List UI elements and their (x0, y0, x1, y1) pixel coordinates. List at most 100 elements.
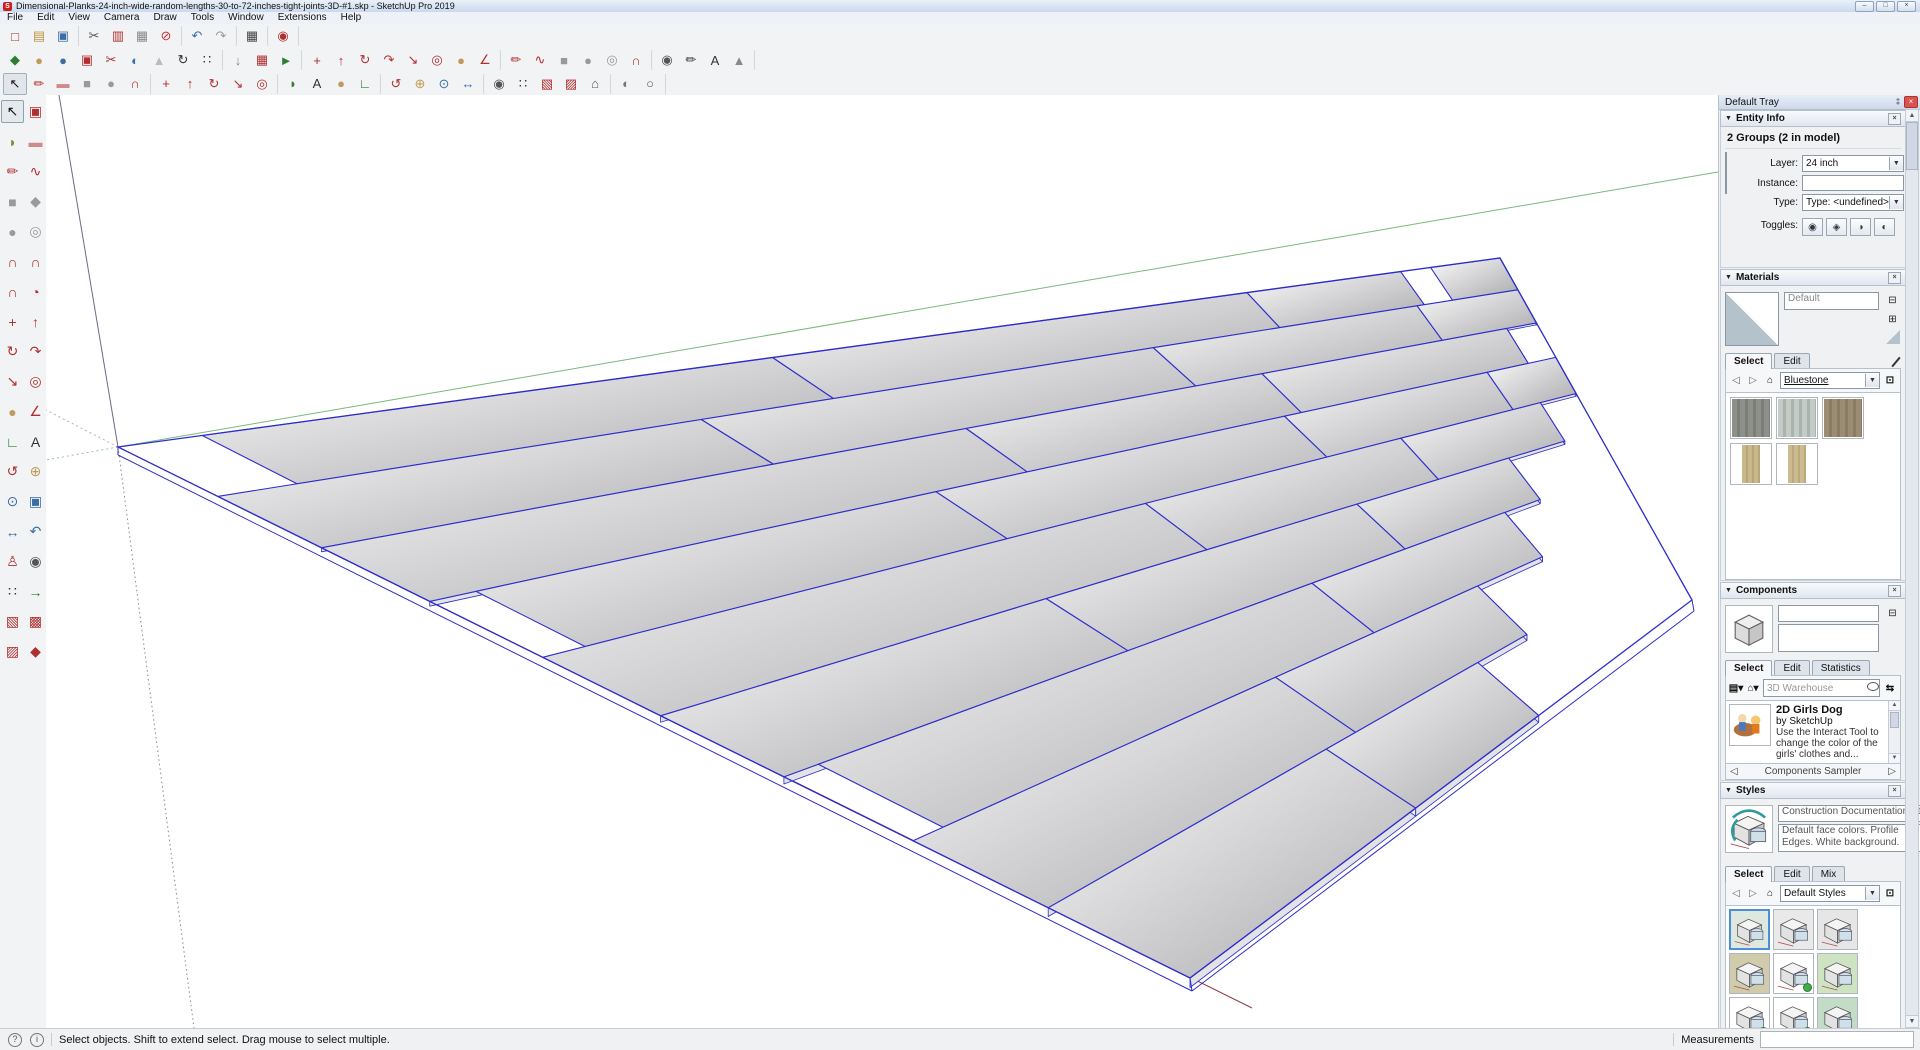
components-close-button[interactable]: × (1888, 585, 1901, 597)
components-header[interactable]: ▼ Components × (1720, 582, 1906, 599)
arc-tool-button[interactable]: ∩ (1, 250, 24, 273)
material-swap-button[interactable]: ▣ (75, 49, 99, 71)
toggle-locked-button[interactable]: ◈ (1826, 218, 1847, 236)
rotated-rectangle-tool-button[interactable]: ◆ (24, 190, 47, 213)
scrollbar-thumb[interactable] (1890, 712, 1899, 728)
look-around-tool-button[interactable]: ◉ (24, 550, 47, 573)
warehouse-search-input[interactable]: 3D Warehouse (1763, 679, 1880, 697)
offset-alt-button[interactable]: ◎ (250, 73, 274, 95)
model-info-button[interactable]: ◉ (271, 25, 295, 47)
type-dropdown[interactable]: Type: <undefined> ▼ (1802, 194, 1904, 211)
prev-page-icon[interactable]: ◁ (1730, 766, 1738, 777)
push-pull-alt-button[interactable]: ↑ (178, 73, 202, 95)
circle-button[interactable]: ● (576, 49, 600, 71)
line-tool-button[interactable]: ✏ (1, 160, 24, 183)
cut-button[interactable]: ✂ (82, 25, 106, 47)
shadows-toggle-button[interactable]: ◐ (614, 73, 638, 95)
follow-me-tool-button[interactable]: ↷ (24, 340, 47, 363)
send-to-layout-button[interactable]: ► (274, 49, 298, 71)
make-component-button[interactable]: ◆ (3, 49, 27, 71)
eraser-button[interactable]: ▬ (24, 130, 47, 153)
style-thumbnail-2[interactable] (1773, 909, 1814, 950)
entity-info-close-button[interactable]: × (1888, 113, 1901, 125)
sandbox-from-contours-button[interactable]: ● (27, 49, 51, 71)
tab-statistics[interactable]: Statistics (1812, 660, 1870, 675)
chevron-down-icon[interactable]: ▼ (1889, 157, 1903, 170)
styles-circle-button[interactable]: ○ (638, 73, 662, 95)
rotate-tool-button[interactable]: ↻ (1, 340, 24, 363)
orbit-sphere-button[interactable]: ◐ (123, 49, 147, 71)
forward-arrow-icon[interactable]: ▷ (1746, 374, 1760, 388)
freehand-tool-button[interactable]: ∿ (24, 160, 47, 183)
line-button[interactable]: ✏ (504, 49, 528, 71)
section-plane-button[interactable]: ▧ (535, 73, 559, 95)
tape-measure-button[interactable]: ● (449, 49, 473, 71)
menu-edit[interactable]: Edit (30, 12, 61, 24)
previous-view-tool-button[interactable]: ↶ (24, 520, 47, 543)
style-thumbnail-1[interactable] (1729, 909, 1770, 950)
tab-edit[interactable]: Edit (1774, 660, 1809, 675)
restore-button[interactable]: □ (1876, 1, 1895, 12)
component-list-item[interactable]: 2D Girls Dogby SketchUpUse the Interact … (1726, 701, 1900, 763)
back-arrow-icon[interactable]: ◁ (1729, 374, 1743, 388)
style-thumbnail-4[interactable] (1729, 953, 1770, 994)
toggle-cast-shadows-button[interactable]: ◐ (1874, 218, 1895, 236)
material-bluestone-pale[interactable] (1776, 397, 1818, 439)
layout-export-button[interactable]: ▦ (250, 49, 274, 71)
zoom-tool-button[interactable]: ⊙ (1, 490, 24, 513)
component-list-item[interactable]: 3D Printer Build Volumeby SketchUp S... (1726, 763, 1900, 764)
rotate-alt-button[interactable]: ↻ (202, 73, 226, 95)
two-point-arc-tool-button[interactable]: ∩ (24, 250, 47, 273)
look-around-button[interactable]: ◉ (655, 49, 679, 71)
pencil-annotate-button[interactable]: ✏ (679, 49, 703, 71)
layer-dropdown[interactable]: 24 inch ▼ (1802, 155, 1904, 172)
tape-measure-tool-button[interactable]: ● (1, 400, 24, 423)
tab-edit[interactable]: Edit (1774, 866, 1809, 881)
line-alt-button[interactable]: ✏ (27, 73, 51, 95)
menu-file[interactable]: File (0, 12, 30, 24)
section-cut-tool-button[interactable]: ◆ (24, 640, 47, 663)
3d-text-button[interactable]: A (703, 49, 727, 71)
new-file-button[interactable]: □ (3, 25, 27, 47)
section-display-tool-button[interactable]: ▩ (24, 610, 47, 633)
display-secondary-pane-icon[interactable]: ⊟ (1884, 292, 1901, 308)
tray-close-button[interactable]: × (1904, 96, 1918, 108)
three-point-arc-tool-button[interactable]: ∩ (1, 280, 24, 303)
section-plane-tool-button[interactable]: ▧ (1, 610, 24, 633)
follow-me-button[interactable]: ↷ (377, 49, 401, 71)
paste-button[interactable]: ▦ (130, 25, 154, 47)
sphere-tool-button[interactable]: ● (51, 49, 75, 71)
3d-text-tool-button[interactable]: A (24, 430, 47, 453)
scroll-down-icon[interactable]: ▼ (1906, 1015, 1918, 1027)
pan-tool-button[interactable]: ⊕ (24, 460, 47, 483)
arc-button[interactable]: ∩ (624, 49, 648, 71)
material-name-input[interactable]: Default (1784, 292, 1879, 310)
scale-button[interactable]: ↘ (401, 49, 425, 71)
section-fill-button[interactable]: ▨ (559, 73, 583, 95)
footprints-tool-button[interactable]: ∷ (195, 49, 219, 71)
move-tool-button[interactable]: + (1, 310, 24, 333)
components-list-scrollbar[interactable]: ▲▼ (1888, 701, 1900, 763)
material-bluestone-gray[interactable] (1730, 397, 1772, 439)
in-model-icon[interactable]: ⊡ (1883, 887, 1897, 901)
offset-tool-button[interactable]: ◎ (24, 370, 47, 393)
pie-tool-button[interactable]: ◔ (24, 280, 47, 303)
make-component-button[interactable]: ▣ (24, 100, 47, 123)
materials-collection-dropdown[interactable]: Bluestone ▼ (1780, 372, 1880, 389)
scroll-up-icon[interactable]: ▲ (1906, 110, 1918, 122)
axes-tool-button[interactable]: ∟ (353, 73, 377, 95)
exchange-icon[interactable]: ⇆ (1883, 681, 1897, 695)
zoom-button[interactable]: ⊙ (432, 73, 456, 95)
style-thumbnail-3[interactable] (1817, 909, 1858, 950)
protractor-tool-button[interactable]: ∠ (24, 400, 47, 423)
next-view-tool-button[interactable]: → (24, 580, 47, 603)
pin-tool-button[interactable]: ↓ (226, 49, 250, 71)
protractor-button[interactable]: ∠ (473, 49, 497, 71)
chevron-down-icon[interactable]: ▼ (1865, 374, 1879, 387)
orbit-tool-button[interactable]: ↺ (1, 460, 24, 483)
menu-help[interactable]: Help (334, 12, 369, 24)
swirl-tool-button[interactable]: ↻ (171, 49, 195, 71)
circle-alt-button[interactable]: ● (99, 73, 123, 95)
forward-arrow-icon[interactable]: ▷ (1746, 887, 1760, 901)
home-icon[interactable]: ⌂ (1763, 887, 1777, 901)
